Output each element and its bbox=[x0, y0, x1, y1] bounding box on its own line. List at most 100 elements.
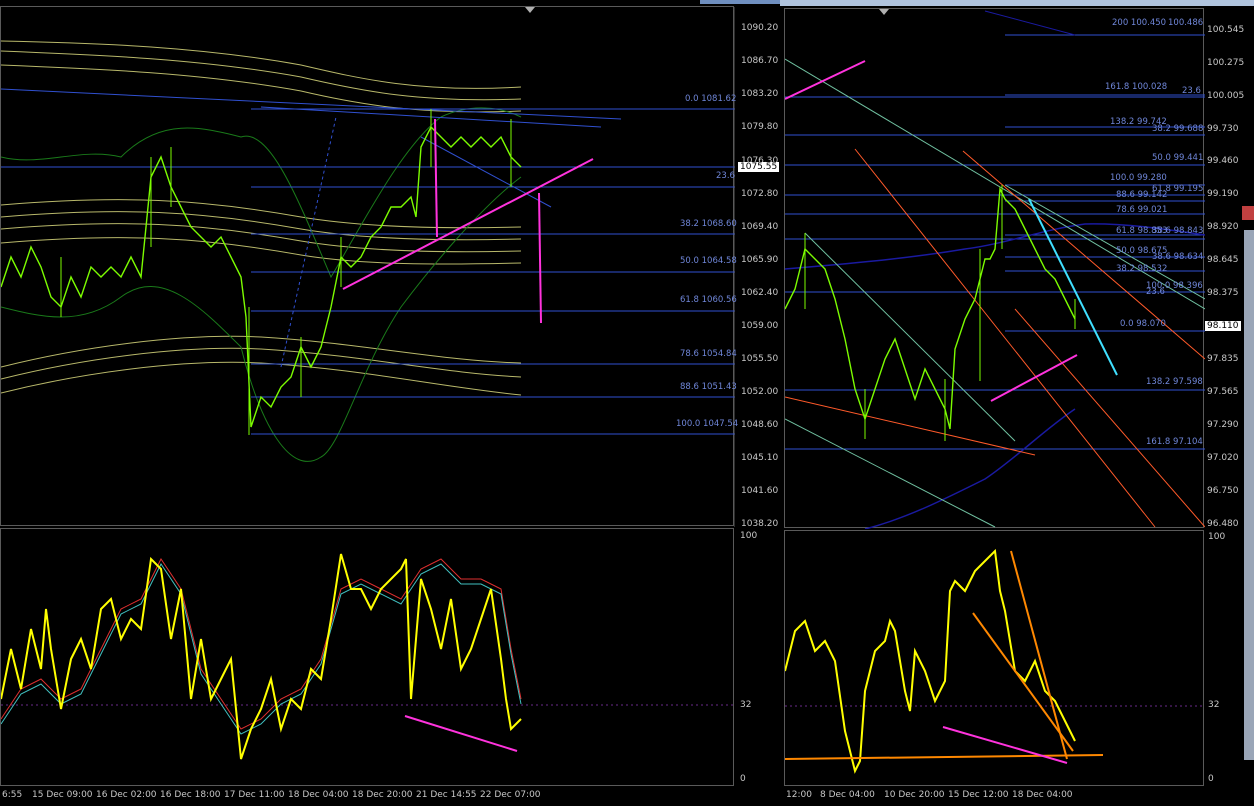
fib-label: 0.0 1081.62 bbox=[685, 94, 737, 104]
time-tick: 15 Dec 09:00 bbox=[32, 790, 93, 800]
left-top-strip[interactable] bbox=[700, 0, 780, 4]
left-osc-divergence-line bbox=[404, 715, 518, 752]
price-tick: 1045.10 bbox=[741, 453, 779, 463]
fib-label: 138.2 97.598 bbox=[1146, 377, 1203, 387]
fib-label: 50.0 99.441 bbox=[1152, 153, 1204, 163]
price-tick: 1048.60 bbox=[741, 420, 779, 430]
left-time-axis: 6:55 15 Dec 09:00 16 Dec 02:00 16 Dec 18… bbox=[0, 788, 780, 806]
time-tick: 8 Dec 04:00 bbox=[820, 790, 875, 800]
right-price-axis: 100.545 100.275 100.005 99.730 99.460 99… bbox=[1205, 8, 1245, 529]
left-fib-lines bbox=[1, 88, 735, 435]
osc-tick: 0 bbox=[740, 774, 746, 784]
fib-label: 38.2 99.688 bbox=[1152, 124, 1204, 134]
left-oscillator-panel[interactable] bbox=[0, 528, 735, 786]
time-tick: 17 Dec 11:00 bbox=[224, 790, 285, 800]
price-tick: 1072.80 bbox=[741, 189, 779, 199]
price-tick: 99.730 bbox=[1207, 124, 1239, 134]
fib-label: 100.0 1047.54 bbox=[676, 419, 739, 429]
fib-label: 38.2 1068.60 bbox=[680, 219, 737, 229]
price-tick: 1079.80 bbox=[741, 122, 779, 132]
price-tick: 1059.00 bbox=[741, 321, 779, 331]
osc-tick: 0 bbox=[1208, 774, 1214, 784]
time-tick: 18 Dec 04:00 bbox=[288, 790, 349, 800]
time-tick: 18 Dec 04:00 bbox=[1012, 790, 1073, 800]
left-price-chart[interactable] bbox=[0, 6, 735, 527]
fib-label: 23.6 bbox=[1182, 86, 1201, 96]
fib-label: 88.6 99.142 bbox=[1116, 190, 1168, 200]
right-time-axis: 12:00 8 Dec 04:00 10 Dec 20:00 15 Dec 12… bbox=[784, 788, 1254, 806]
left-bollinger-bands bbox=[1, 107, 522, 462]
time-tick: 18 Dec 20:00 bbox=[352, 790, 413, 800]
price-tick: 99.460 bbox=[1207, 156, 1239, 166]
osc-tick: 100 bbox=[740, 531, 758, 541]
time-tick: 10 Dec 20:00 bbox=[884, 790, 945, 800]
fib-label: 100.0 99.280 bbox=[1110, 173, 1167, 183]
right-stoch-main-line bbox=[785, 548, 1076, 774]
price-tick: 1041.60 bbox=[741, 486, 779, 496]
left-shift-marker bbox=[525, 7, 535, 13]
price-tick: 97.835 bbox=[1207, 354, 1239, 364]
fib-label: 161.8 97.104 bbox=[1146, 437, 1203, 447]
price-tick: 1065.90 bbox=[741, 255, 779, 265]
price-tick: 98.645 bbox=[1207, 255, 1239, 265]
price-tick: 98.375 bbox=[1207, 288, 1239, 298]
price-tick: 97.020 bbox=[1207, 453, 1239, 463]
fib-label: 200 100.450 bbox=[1112, 18, 1167, 28]
fib-label: 23.6 bbox=[716, 171, 735, 181]
fib-label: 161.8 100.028 bbox=[1105, 82, 1168, 92]
price-tick: 98.920 bbox=[1207, 222, 1239, 232]
right-shift-marker bbox=[879, 9, 889, 15]
osc-tick: 32 bbox=[1208, 700, 1220, 710]
right-oscillator-plot bbox=[785, 548, 1205, 774]
left-oscillator-plot bbox=[1, 553, 735, 760]
left-envelope-bands bbox=[1, 40, 522, 396]
price-tick: 1083.20 bbox=[741, 89, 779, 99]
close-window-button[interactable] bbox=[1242, 206, 1254, 220]
price-tick: 1055.50 bbox=[741, 354, 779, 364]
right-channel-lines bbox=[785, 58, 1205, 528]
price-tick: 100.005 bbox=[1207, 91, 1245, 101]
price-tick: 97.565 bbox=[1207, 387, 1239, 397]
osc-tick: 32 bbox=[740, 700, 752, 710]
right-candles bbox=[785, 186, 1076, 430]
right-candle-wicks bbox=[804, 185, 1076, 441]
right-moving-average-top bbox=[984, 10, 1076, 36]
window-title-strip[interactable] bbox=[780, 0, 1254, 6]
fib-label: 0.0 98.070 bbox=[1120, 319, 1166, 329]
fib-label: 100.486 bbox=[1168, 18, 1204, 28]
time-tick: 16 Dec 02:00 bbox=[96, 790, 157, 800]
fib-label: 88.6 1051.43 bbox=[680, 382, 737, 392]
price-tick: 96.480 bbox=[1207, 519, 1239, 529]
right-trendlines bbox=[785, 60, 1118, 402]
fib-label: 38.6 98.634 bbox=[1152, 252, 1204, 262]
price-tick: 1090.20 bbox=[741, 23, 779, 33]
fib-label: 78.6 1054.84 bbox=[680, 349, 737, 359]
fib-label: 38.6 98.843 bbox=[1152, 226, 1204, 236]
price-tick: 96.750 bbox=[1207, 486, 1239, 496]
window-side-scrollbar[interactable] bbox=[1244, 230, 1254, 760]
price-tick: 100.275 bbox=[1207, 58, 1245, 68]
fib-label: 23.6 bbox=[1146, 287, 1165, 297]
current-price-label: 1075.55 bbox=[738, 162, 780, 172]
price-tick: 97.290 bbox=[1207, 420, 1239, 430]
time-tick: 16 Dec 18:00 bbox=[160, 790, 221, 800]
current-price-label: 98.110 bbox=[1205, 321, 1241, 331]
price-tick: 1038.20 bbox=[741, 519, 779, 529]
price-tick: 100.545 bbox=[1207, 25, 1245, 35]
right-moving-average-lower bbox=[864, 408, 1076, 529]
left-price-plot bbox=[1, 7, 735, 527]
time-tick: 22 Dec 07:00 bbox=[480, 790, 541, 800]
osc-tick: 100 bbox=[1208, 532, 1226, 542]
price-tick: 1069.40 bbox=[741, 222, 779, 232]
price-tick: 1052.00 bbox=[741, 387, 779, 397]
left-price-axis: 1090.20 1086.70 1083.20 1079.80 1076.30 … bbox=[736, 6, 782, 529]
fib-label: 78.6 99.021 bbox=[1116, 205, 1168, 215]
time-tick: 21 Dec 14:55 bbox=[416, 790, 477, 800]
time-tick: 15 Dec 12:00 bbox=[948, 790, 1009, 800]
right-oscillator-panel[interactable] bbox=[784, 530, 1205, 786]
fib-label: 61.8 1060.56 bbox=[680, 295, 737, 305]
price-tick: 99.190 bbox=[1207, 189, 1239, 199]
fib-label: 38.2 98.532 bbox=[1116, 264, 1168, 274]
time-tick: 12:00 bbox=[786, 790, 812, 800]
time-tick: 6:55 bbox=[2, 790, 23, 800]
